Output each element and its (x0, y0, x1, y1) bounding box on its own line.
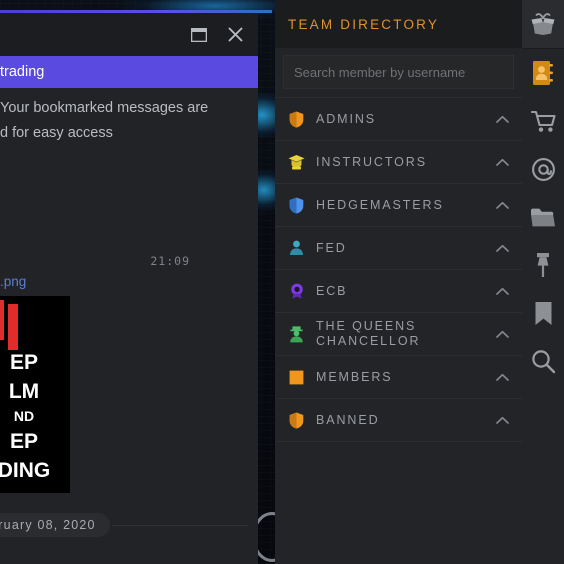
banner-description-line-1: Your bookmarked messages are (0, 100, 209, 116)
group-label: MEMBERS (316, 369, 393, 384)
restore-window-button[interactable] (188, 24, 210, 46)
search-icon (531, 349, 556, 374)
date-divider-line (111, 524, 248, 526)
member-group-list: ADMINS INSTRUCTORS HEDGEMASTERS FED ECB … (275, 97, 522, 442)
chevron-up-icon[interactable] (494, 197, 510, 213)
open-box-icon (530, 12, 556, 36)
group-row-hedgemasters[interactable]: HEDGEMASTERS (275, 184, 522, 227)
group-label: HEDGEMASTERS (316, 197, 444, 212)
search-input[interactable] (283, 55, 514, 89)
bookmark-icon (534, 301, 553, 326)
group-row-members[interactable]: MEMBERS (275, 356, 522, 399)
chevron-up-icon[interactable] (494, 369, 510, 385)
chevron-up-icon[interactable] (494, 240, 510, 256)
group-label: THE QUEENS CHANCELLOR (316, 319, 421, 348)
group-row-instructors[interactable]: INSTRUCTORS (275, 141, 522, 184)
address-book-icon (532, 60, 554, 86)
thumbnail-caption-line-3: ND (13, 408, 35, 424)
attachment-filename-link[interactable]: .png (0, 274, 26, 289)
group-label: ADMINS (316, 111, 377, 126)
rail-item-bookmarks[interactable] (522, 289, 564, 337)
page-title: TEAM DIRECTORY (288, 16, 440, 32)
graduation-cap-icon (288, 154, 305, 171)
rail-item-mentions[interactable] (522, 145, 564, 193)
chevron-up-icon[interactable] (494, 412, 510, 428)
close-window-button[interactable] (224, 24, 246, 46)
date-divider: ebruary 08, 2020 (0, 513, 248, 537)
chevron-up-icon[interactable] (494, 154, 510, 170)
shield-orange-icon (288, 111, 305, 128)
thumbnail-caption-line-2: LM (8, 380, 40, 403)
window-titlebar (0, 13, 258, 56)
banner-description: Your bookmarked messages are d for easy … (0, 88, 258, 146)
chevron-up-icon[interactable] (494, 111, 510, 127)
candlestick-red-1 (0, 300, 4, 340)
at-mention-icon (531, 157, 556, 182)
thumbnail-caption-line-4: EP (9, 430, 38, 453)
chevron-up-icon[interactable] (494, 326, 510, 342)
banner-label: trading (0, 64, 45, 80)
message-timestamp: 21:09 (150, 254, 190, 268)
rail-item-files[interactable] (522, 193, 564, 241)
candlestick-red-2 (8, 304, 18, 350)
thumbnail-caption: EP LM ND EP DING (0, 348, 70, 485)
rail-item-team-directory[interactable] (522, 49, 564, 97)
rail-item-pinned[interactable] (522, 241, 564, 289)
group-label: BANNED (316, 412, 380, 427)
thumbnail-caption-line-5: DING (0, 459, 51, 482)
date-divider-label: ebruary 08, 2020 (0, 513, 110, 537)
person-green-icon (288, 325, 305, 343)
bookmarks-banner: trading (0, 56, 258, 88)
group-row-admins[interactable]: ADMINS (275, 98, 522, 141)
group-row-banned[interactable]: BANNED (275, 399, 522, 442)
person-teal-icon (288, 240, 305, 257)
banner-description-line-2: d for easy access (0, 125, 113, 141)
chat-window: trading Your bookmarked messages are d f… (0, 13, 258, 564)
shield-orange-icon (288, 412, 305, 429)
chat-message-list[interactable]: Your bookmarked messages are d for easy … (0, 88, 258, 564)
group-label: INSTRUCTORS (316, 154, 427, 169)
rail-item-channels[interactable] (522, 0, 564, 49)
thumbnail-caption-line-1: EP (9, 351, 38, 374)
group-label: FED (316, 240, 347, 255)
team-directory-panel: TEAM DIRECTORY ADMINS INSTRUCTO (275, 0, 522, 564)
square-orange-icon (288, 369, 305, 386)
folder-icon (530, 207, 556, 228)
group-label: ECB (316, 283, 348, 298)
badge-purple-icon (288, 283, 305, 300)
group-row-ecb[interactable]: ECB (275, 270, 522, 313)
group-row-the-queens-chancellor[interactable]: THE QUEENS CHANCELLOR (275, 313, 522, 356)
shopping-cart-icon (530, 110, 556, 133)
right-icon-rail (522, 0, 564, 564)
chevron-up-icon[interactable] (494, 283, 510, 299)
search-container (275, 48, 522, 97)
shield-blue-icon (288, 197, 305, 214)
directory-header: TEAM DIRECTORY (275, 0, 522, 48)
pushpin-icon (532, 252, 554, 278)
group-row-fed[interactable]: FED (275, 227, 522, 270)
rail-item-search[interactable] (522, 337, 564, 385)
attachment-image-thumbnail[interactable]: EP LM ND EP DING (0, 296, 70, 493)
rail-item-store[interactable] (522, 97, 564, 145)
